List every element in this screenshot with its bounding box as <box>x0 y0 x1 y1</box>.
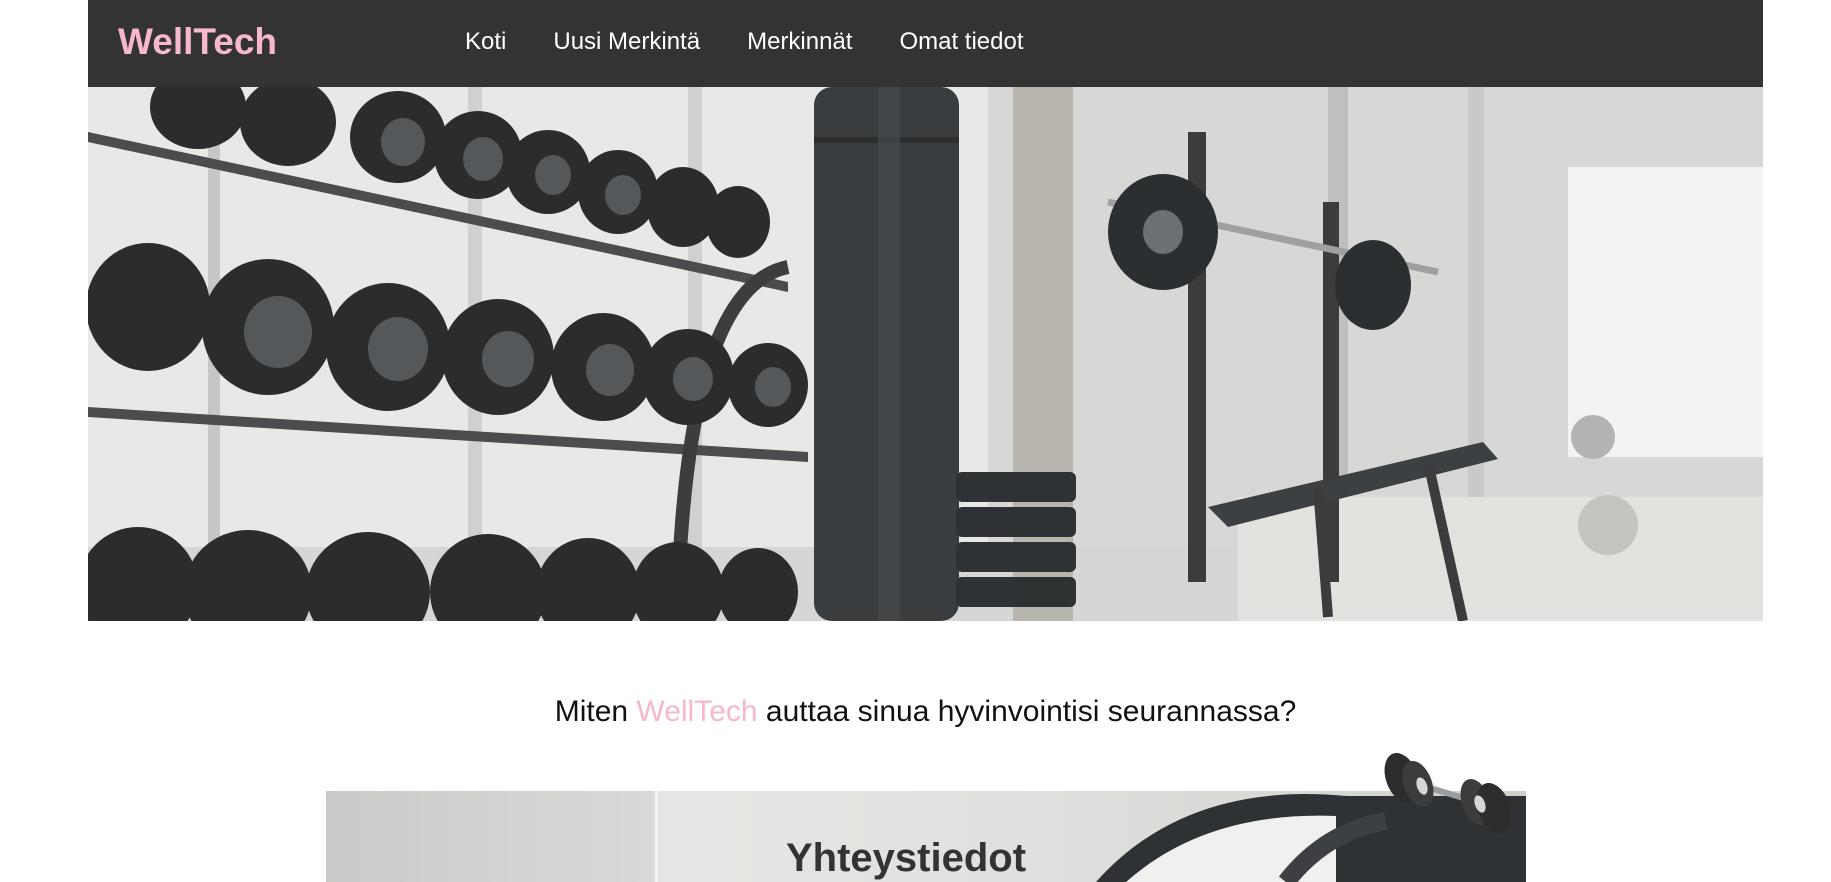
intro-suffix: auttaa sinua hyvinvointisi seurannassa? <box>757 695 1297 728</box>
intro-heading: Miten WellTech auttaa sinua hyvinvointis… <box>88 692 1763 732</box>
intro-prefix: Miten <box>554 695 637 728</box>
hero-image <box>88 87 1763 621</box>
nav-links: Koti Uusi Merkintä Merkinnät Omat tiedot <box>465 27 1024 57</box>
navbar: WellTech Koti Uusi Merkintä Merkinnät Om… <box>88 0 1763 87</box>
brand-logo[interactable]: WellTech <box>118 20 277 63</box>
card-title: Yhteystiedot <box>785 836 1027 880</box>
dumbbell-icon <box>1384 752 1512 834</box>
contact-card[interactable]: Yhteystiedot <box>326 791 1526 882</box>
nav-link-merkinnat[interactable]: Merkinnät <box>747 27 852 57</box>
nav-link-omat-tiedot[interactable]: Omat tiedot <box>899 27 1023 57</box>
nav-link-koti[interactable]: Koti <box>465 27 506 57</box>
page: WellTech Koti Uusi Merkintä Merkinnät Om… <box>88 0 1763 882</box>
nav-link-uusi-merkinta[interactable]: Uusi Merkintä <box>553 27 700 57</box>
gym-illustration <box>88 87 1763 621</box>
intro-brand: WellTech <box>636 695 758 728</box>
